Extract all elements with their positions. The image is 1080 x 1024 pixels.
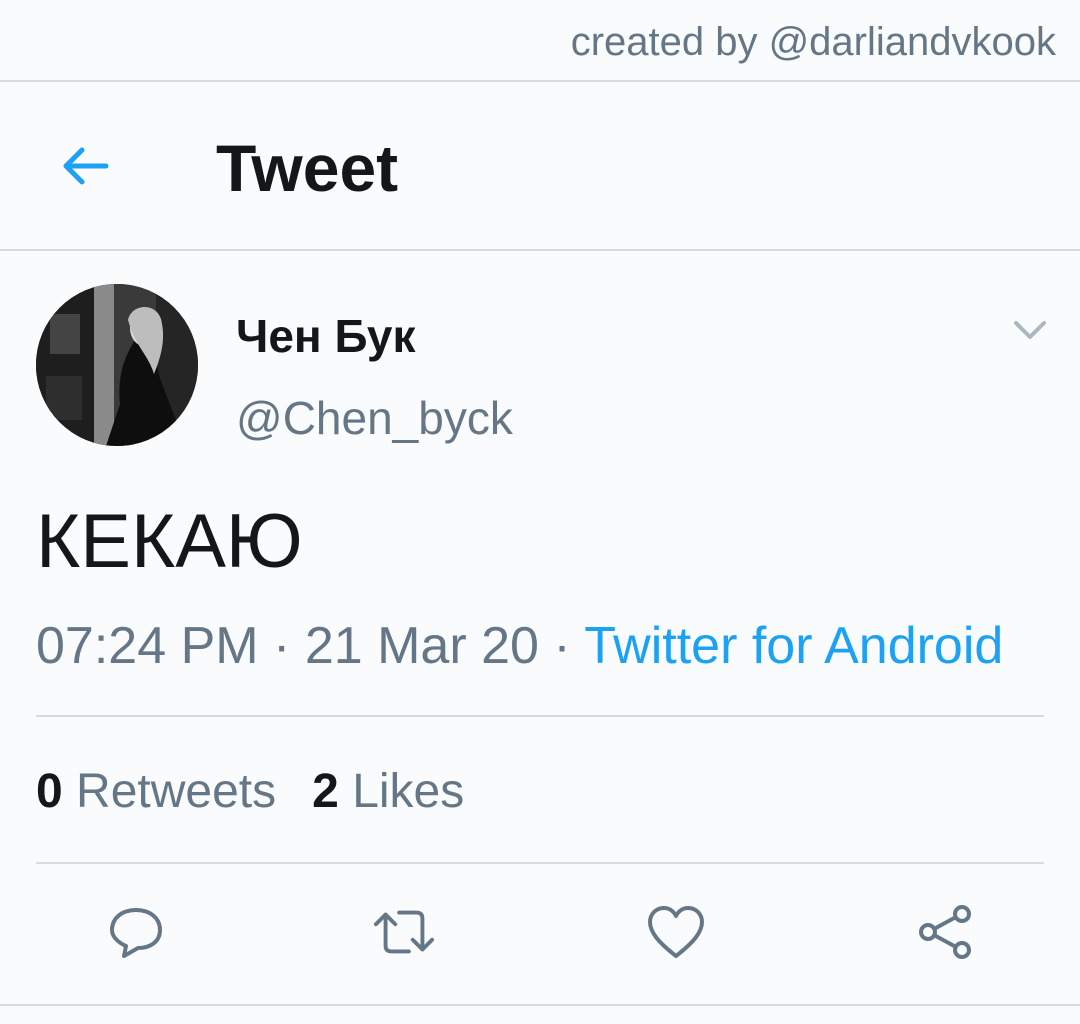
divider bbox=[36, 862, 1044, 864]
retweet-icon bbox=[373, 910, 435, 954]
tweet-meta: 07:24 PM · 21 Mar 20 · Twitter for Andro… bbox=[36, 616, 1003, 676]
author-display-name[interactable]: Чен Бук bbox=[236, 310, 416, 362]
tweet-time: 07:24 PM bbox=[36, 617, 259, 675]
like-icon bbox=[648, 906, 704, 958]
page-title: Tweet bbox=[216, 131, 399, 205]
tweet-date: 21 Mar 20 bbox=[304, 617, 539, 675]
chevron-down-icon bbox=[1014, 321, 1046, 339]
author-handle[interactable]: @Chen_byck bbox=[236, 390, 513, 446]
top-app-bar: Tweet bbox=[0, 82, 1080, 250]
tweet-text: КЕКАЮ bbox=[36, 499, 303, 584]
meta-separator: · bbox=[553, 617, 571, 675]
tweet-stats: 0 Retweets 2 Likes bbox=[36, 764, 464, 820]
back-button[interactable] bbox=[52, 138, 116, 194]
share-button[interactable] bbox=[914, 900, 978, 964]
reply-icon bbox=[110, 908, 162, 958]
reply-button[interactable] bbox=[104, 900, 168, 964]
retweets-count: 0 bbox=[36, 765, 63, 818]
divider bbox=[36, 715, 1044, 717]
likes-label: Likes bbox=[352, 765, 465, 818]
tweet-options-button[interactable] bbox=[1008, 310, 1052, 350]
retweets-label: Retweets bbox=[76, 765, 277, 818]
avatar[interactable] bbox=[36, 284, 198, 446]
avatar-image bbox=[36, 284, 198, 446]
watermark-credit: created by @darliandvkook bbox=[570, 20, 1056, 64]
retweet-button[interactable] bbox=[372, 900, 436, 964]
likes-count: 2 bbox=[312, 765, 339, 818]
tweet-source-link[interactable]: Twitter for Android bbox=[584, 617, 1003, 675]
retweets-stat[interactable]: 0 Retweets bbox=[36, 764, 276, 820]
divider bbox=[0, 249, 1080, 251]
share-icon bbox=[919, 905, 971, 959]
like-button[interactable] bbox=[644, 900, 708, 964]
likes-stat[interactable]: 2 Likes bbox=[312, 764, 464, 820]
arrow-left-icon bbox=[63, 147, 109, 185]
meta-separator: · bbox=[273, 617, 291, 675]
divider bbox=[0, 1004, 1080, 1006]
